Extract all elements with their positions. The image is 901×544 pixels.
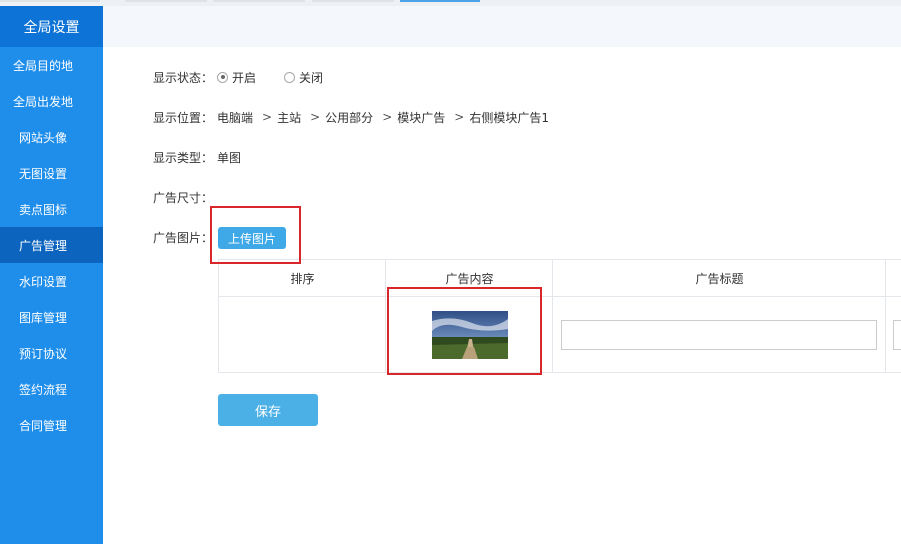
breadcrumb-separator: > bbox=[454, 110, 465, 124]
tab-strip-segment[interactable] bbox=[0, 0, 100, 2]
ad-table: 排序 广告内容 广告标题 bbox=[218, 259, 901, 373]
breadcrumb-item: 模块广告 bbox=[397, 110, 446, 125]
tab-strip-active-segment[interactable] bbox=[400, 0, 480, 2]
tab-strip-segment[interactable] bbox=[213, 0, 305, 2]
sidebar-item-site-avatar[interactable]: 网站头像 bbox=[0, 119, 103, 155]
sidebar-item-global-departure[interactable]: 全局出发地 bbox=[0, 83, 103, 119]
display-status-label: 显示状态： bbox=[153, 70, 214, 85]
display-type-value: 单图 bbox=[217, 150, 242, 165]
ad-image-row: 广告图片： bbox=[153, 229, 213, 245]
ad-size-row: 广告尺寸： bbox=[153, 189, 213, 205]
table-header: 排序 广告内容 广告标题 bbox=[219, 260, 901, 297]
sidebar-item-watermark-settings[interactable]: 水印设置 bbox=[0, 263, 103, 299]
radio-checked-icon[interactable] bbox=[217, 71, 229, 83]
column-divider bbox=[385, 260, 386, 373]
sidebar-item-global-destination[interactable]: 全局目的地 bbox=[0, 47, 103, 83]
sidebar-item-signing-process[interactable]: 签约流程 bbox=[0, 371, 103, 407]
breadcrumb-item: 公用部分 bbox=[325, 110, 374, 125]
status-radio-off[interactable]: 关闭 bbox=[284, 69, 323, 86]
column-header-sort: 排序 bbox=[290, 272, 315, 286]
breadcrumb-separator: > bbox=[382, 110, 393, 124]
ad-size-label: 广告尺寸： bbox=[153, 190, 214, 205]
sidebar-item-no-image-settings[interactable]: 无图设置 bbox=[0, 155, 103, 191]
save-button[interactable]: 保存 bbox=[218, 394, 318, 426]
sidebar-item-contract-management[interactable]: 合同管理 bbox=[0, 407, 103, 443]
column-header-ad-title: 广告标题 bbox=[695, 272, 744, 286]
display-type-label: 显示类型： bbox=[153, 150, 214, 165]
sidebar-item-booking-agreement[interactable]: 预订协议 bbox=[0, 335, 103, 371]
sidebar: 全局设置 全局目的地 全局出发地 网站头像 无图设置 卖点图标 广告管理 水印设… bbox=[0, 6, 103, 544]
breadcrumb-separator: > bbox=[262, 110, 273, 124]
breadcrumb-item: 电脑端 bbox=[217, 110, 254, 125]
sidebar-item-selling-point-icons[interactable]: 卖点图标 bbox=[0, 191, 103, 227]
position-breadcrumb: 电脑端 > 主站 > 公用部分 > 模块广告 > 右侧模块广告1 bbox=[213, 109, 549, 126]
column-divider bbox=[552, 260, 553, 373]
display-type-row: 显示类型： 单图 bbox=[153, 149, 241, 165]
status-radio-on[interactable]: 开启 bbox=[217, 69, 256, 86]
breadcrumb-item: 主站 bbox=[277, 110, 302, 125]
display-status-row: 显示状态： 开启 关闭 bbox=[153, 69, 347, 85]
content-header-bar bbox=[103, 6, 901, 47]
breadcrumb-item: 右侧模块广告1 bbox=[469, 110, 549, 125]
sidebar-item-gallery-management[interactable]: 图库管理 bbox=[0, 299, 103, 335]
tab-strip-segment[interactable] bbox=[312, 0, 394, 2]
ad-extra-input[interactable] bbox=[893, 320, 901, 350]
upload-highlight-box bbox=[210, 206, 301, 264]
column-divider bbox=[885, 260, 886, 373]
status-on-label: 开启 bbox=[232, 70, 257, 85]
ad-image-label: 广告图片： bbox=[153, 230, 214, 245]
sidebar-header: 全局设置 bbox=[0, 6, 103, 47]
display-position-row: 显示位置： 电脑端 > 主站 > 公用部分 > 模块广告 > 右侧模块广告1 bbox=[153, 109, 549, 125]
radio-unchecked-icon[interactable] bbox=[284, 71, 296, 83]
tab-strip-segment[interactable] bbox=[125, 0, 207, 2]
sidebar-item-ad-management[interactable]: 广告管理 bbox=[0, 227, 103, 263]
status-off-label: 关闭 bbox=[299, 70, 324, 85]
ad-title-input[interactable] bbox=[561, 320, 877, 350]
display-position-label: 显示位置： bbox=[153, 110, 214, 125]
ad-content-highlight-box bbox=[387, 287, 542, 375]
breadcrumb-separator: > bbox=[310, 110, 321, 124]
